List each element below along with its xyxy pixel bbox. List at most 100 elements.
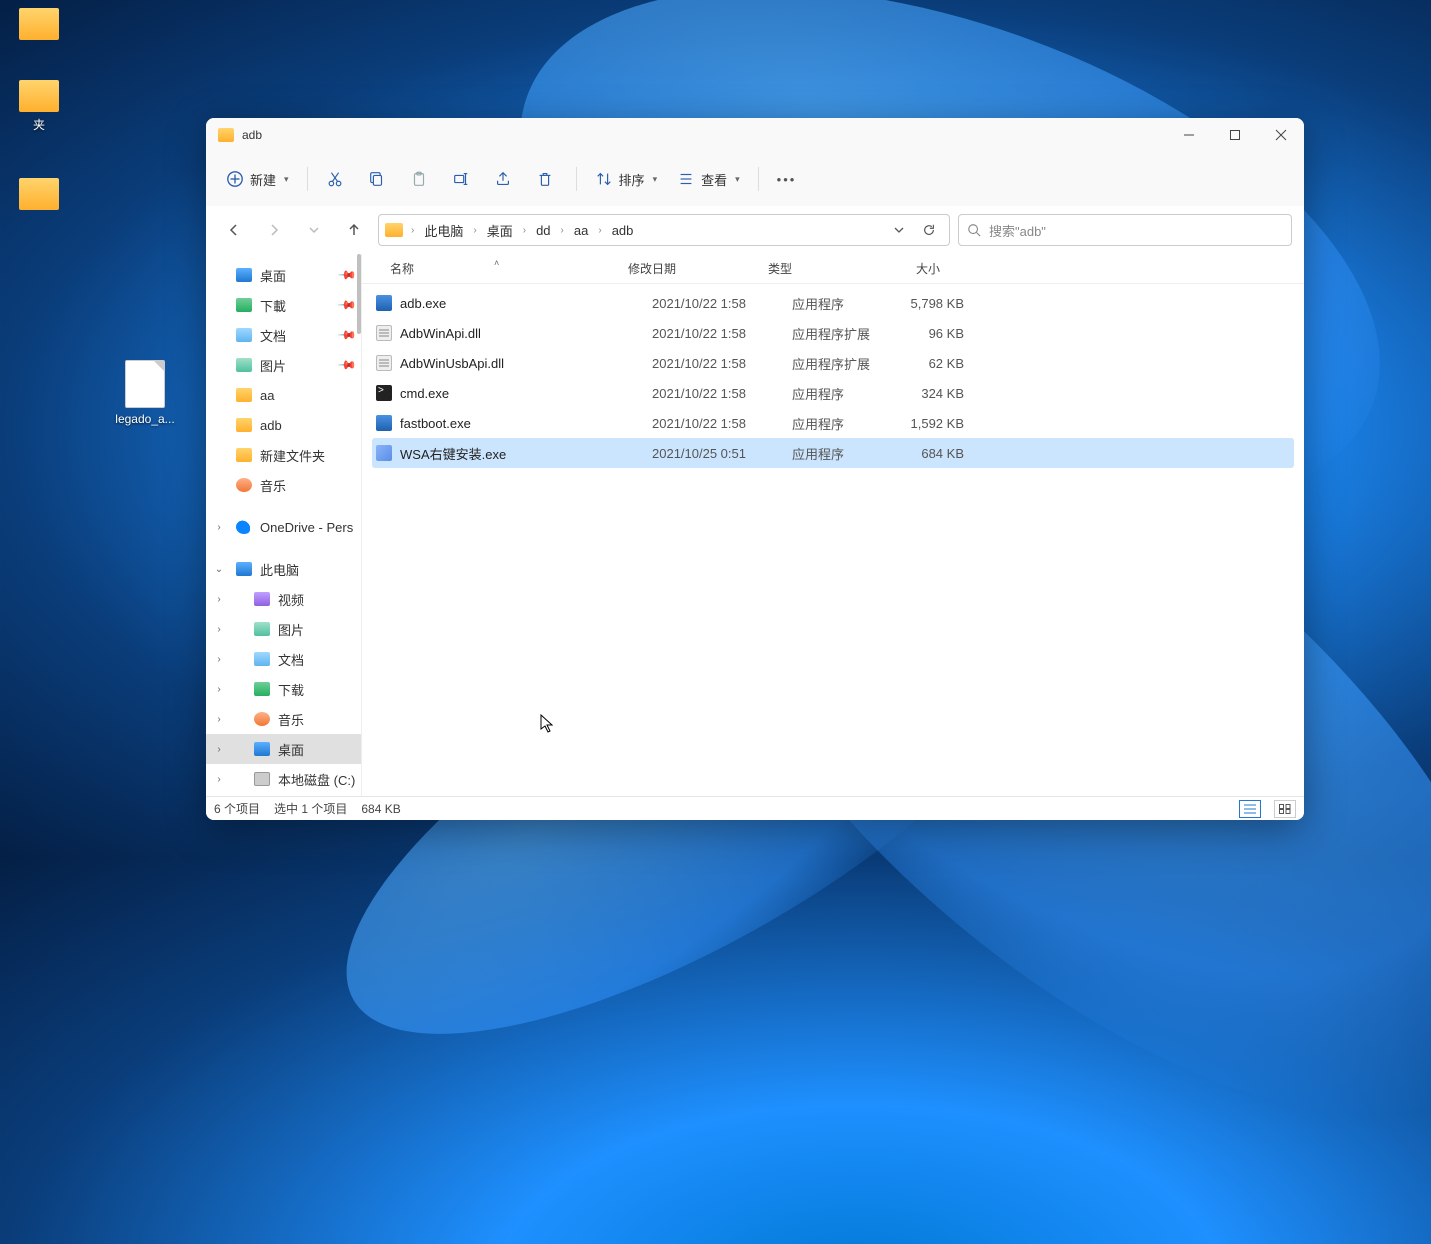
recent-button[interactable] — [298, 214, 330, 246]
share-button[interactable] — [486, 161, 524, 197]
details-view-button[interactable] — [1239, 800, 1261, 818]
sidebar-item[interactable]: ›文档 — [206, 644, 361, 674]
breadcrumb-item[interactable]: adb — [606, 219, 640, 242]
sidebar-item[interactable]: ›音乐 — [206, 704, 361, 734]
sidebar-item[interactable]: 图片📌 — [206, 350, 361, 380]
sidebar-item[interactable]: 新建文件夹 — [206, 440, 361, 470]
chevron-right-icon[interactable]: › — [521, 225, 528, 236]
sidebar-item[interactable]: › 视频 — [206, 584, 361, 614]
chevron-right-icon[interactable]: › — [596, 225, 603, 236]
file-type-icon — [376, 445, 392, 461]
file-row[interactable]: adb.exe2021/10/22 1:58应用程序5,798 KB — [372, 288, 1294, 318]
chevron-right-icon[interactable]: › — [212, 684, 226, 695]
chevron-down-icon[interactable]: ⌄ — [212, 564, 226, 575]
address-bar[interactable]: › 此电脑 › 桌面 › dd › aa › adb — [378, 214, 950, 246]
new-button[interactable]: 新建 ▾ — [218, 161, 297, 197]
disk-icon — [254, 772, 270, 786]
sidebar-item[interactable]: › 图片 — [206, 614, 361, 644]
file-list[interactable]: adb.exe2021/10/22 1:58应用程序5,798 KBAdbWin… — [362, 284, 1304, 796]
breadcrumb-item[interactable]: 此电脑 — [418, 217, 469, 244]
statusbar: 6 个项目 选中 1 个项目 684 KB — [206, 796, 1304, 820]
onedrive-icon — [236, 520, 252, 534]
close-button[interactable] — [1258, 118, 1304, 152]
sidebar[interactable]: 桌面📌下載📌文档📌图片📌aaadb新建文件夹音乐 › OneDrive - Pe… — [206, 254, 362, 796]
minimize-button[interactable] — [1166, 118, 1212, 152]
breadcrumb-item[interactable]: aa — [568, 219, 594, 242]
rename-button[interactable] — [444, 161, 482, 197]
chevron-right-icon[interactable]: › — [471, 225, 478, 236]
sidebar-item[interactable]: 文档📌 — [206, 320, 361, 350]
sidebar-item-label: 视频 — [278, 590, 304, 609]
music-icon — [254, 712, 270, 726]
cut-button[interactable] — [318, 161, 356, 197]
chevron-right-icon[interactable]: › — [212, 594, 226, 605]
titlebar[interactable]: adb — [206, 118, 1304, 152]
file-row[interactable]: WSA右键安装.exe2021/10/25 0:51应用程序684 KB — [372, 438, 1294, 468]
sidebar-item-label: 此电脑 — [260, 560, 299, 579]
sidebar-item[interactable]: 下載📌 — [206, 290, 361, 320]
column-type[interactable]: 类型 — [760, 260, 878, 277]
chevron-right-icon[interactable]: › — [212, 654, 226, 665]
file-area: ˄ 名称 修改日期 类型 大小 adb.exe2021/10/22 1:58应用… — [362, 254, 1304, 796]
column-date[interactable]: 修改日期 — [620, 260, 760, 277]
paste-button[interactable] — [402, 161, 440, 197]
file-row[interactable]: AdbWinUsbApi.dll2021/10/22 1:58应用程序扩展62 … — [372, 348, 1294, 378]
chevron-right-icon[interactable]: › — [212, 714, 226, 725]
file-type: 应用程序 — [784, 444, 902, 463]
sidebar-item[interactable]: 桌面📌 — [206, 260, 361, 290]
music-icon — [236, 478, 252, 492]
back-button[interactable] — [218, 214, 250, 246]
thumbnails-view-button[interactable] — [1274, 800, 1296, 818]
refresh-button[interactable] — [915, 216, 943, 244]
file-row[interactable]: fastboot.exe2021/10/22 1:58应用程序1,592 KB — [372, 408, 1294, 438]
desktop-folder-icon[interactable] — [4, 8, 74, 44]
file-type-icon — [376, 415, 392, 431]
chevron-right-icon[interactable]: › — [559, 225, 566, 236]
delete-button[interactable] — [528, 161, 566, 197]
up-button[interactable] — [338, 214, 370, 246]
desktop-file-icon[interactable]: legado_a... — [110, 360, 180, 426]
chevron-right-icon[interactable]: › — [212, 774, 226, 785]
breadcrumb-item[interactable]: 桌面 — [481, 217, 519, 244]
folder-icon — [19, 178, 59, 210]
sidebar-item-this-pc[interactable]: ⌄ 此电脑 — [206, 554, 361, 584]
desktop-icon-label: legado_a... — [110, 412, 180, 426]
file-name: AdbWinApi.dll — [400, 326, 644, 341]
forward-button[interactable] — [258, 214, 290, 246]
column-name[interactable]: ˄ 名称 — [372, 260, 620, 277]
chevron-right-icon[interactable]: › — [409, 225, 416, 236]
explorer-window: adb 新建 ▾ — [206, 118, 1304, 820]
sidebar-item[interactable]: ›下载 — [206, 674, 361, 704]
chevron-down-icon: ▾ — [653, 174, 658, 185]
sidebar-item-onedrive[interactable]: › OneDrive - Pers — [206, 512, 361, 542]
sidebar-item-label: 图片 — [278, 620, 304, 639]
sidebar-item[interactable]: ›桌面 — [206, 734, 361, 764]
address-dropdown-button[interactable] — [885, 216, 913, 244]
column-size[interactable]: 大小 — [878, 260, 948, 277]
folder-icon — [236, 418, 252, 432]
file-row[interactable]: AdbWinApi.dll2021/10/22 1:58应用程序扩展96 KB — [372, 318, 1294, 348]
status-selection-size: 684 KB — [361, 802, 400, 816]
desktop-folder-icon[interactable]: 夹 — [4, 80, 74, 133]
sort-button[interactable]: 排序 ▾ — [587, 161, 666, 197]
search-input[interactable]: 搜索"adb" — [958, 214, 1292, 246]
sidebar-item[interactable]: 音乐 — [206, 470, 361, 500]
sidebar-item[interactable]: aa — [206, 380, 361, 410]
chevron-right-icon[interactable]: › — [212, 624, 226, 635]
chevron-right-icon[interactable]: › — [212, 744, 226, 755]
more-button[interactable]: ••• — [769, 161, 807, 197]
maximize-button[interactable] — [1212, 118, 1258, 152]
file-row[interactable]: cmd.exe2021/10/22 1:58应用程序324 KB — [372, 378, 1294, 408]
breadcrumb-item[interactable]: dd — [530, 219, 556, 242]
sidebar-item[interactable]: adb — [206, 410, 361, 440]
folder-icon — [19, 80, 59, 112]
view-button[interactable]: 查看 ▾ — [669, 161, 748, 197]
chevron-down-icon: ▾ — [284, 174, 289, 185]
file-size: 5,798 KB — [902, 296, 972, 311]
copy-button[interactable] — [360, 161, 398, 197]
chevron-right-icon[interactable]: › — [212, 522, 226, 533]
desktop-folder-icon[interactable] — [4, 178, 74, 214]
folder-icon — [236, 448, 252, 462]
folder-icon — [236, 388, 252, 402]
sidebar-item[interactable]: ›本地磁盘 (C:) — [206, 764, 361, 794]
